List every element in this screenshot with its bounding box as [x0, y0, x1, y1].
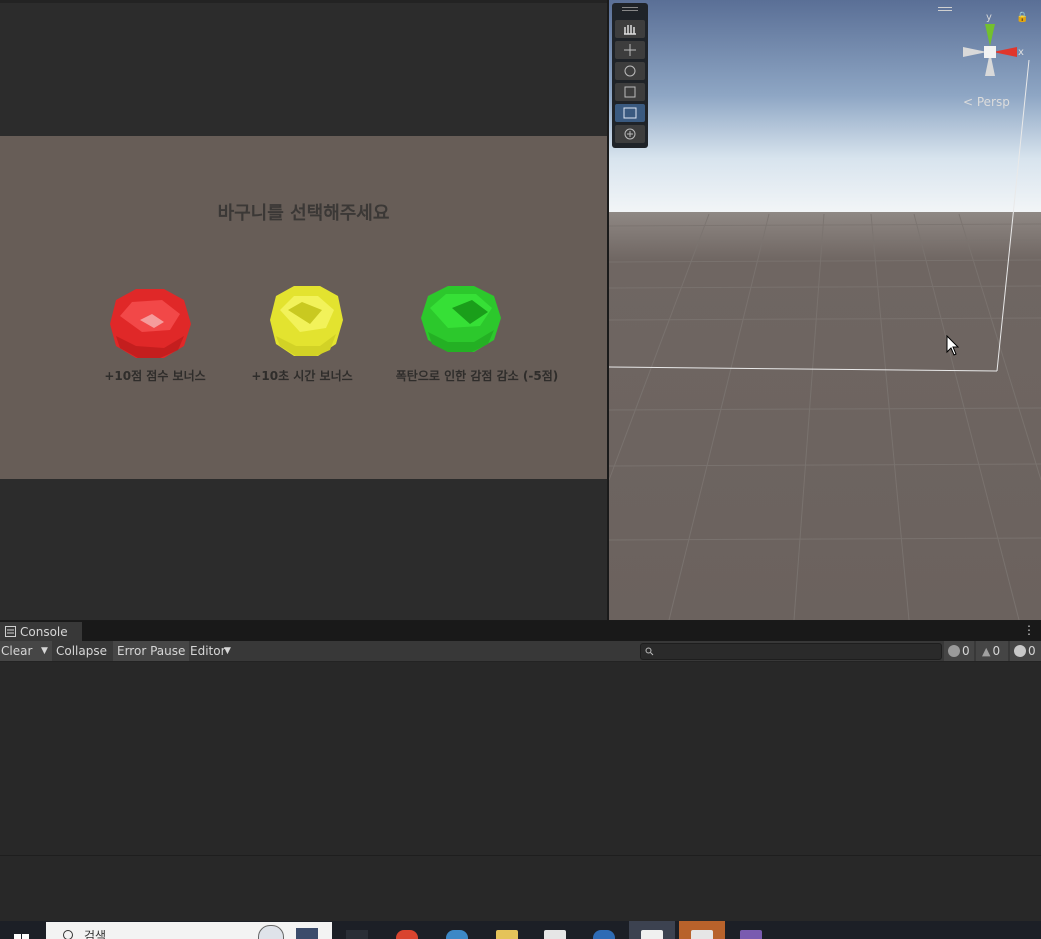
- taskbar-search-text: 검색: [84, 929, 107, 939]
- scene-canvas[interactable]: [609, 0, 1041, 620]
- console-icon: [5, 626, 16, 637]
- error-count-value: 0: [1028, 644, 1036, 658]
- rotate-tool-button[interactable]: [615, 62, 645, 80]
- move-icon: [624, 44, 636, 56]
- taskbar-search-icon: [63, 930, 73, 939]
- scale-icon: [624, 86, 636, 98]
- more-options-icon[interactable]: ⋮: [1023, 623, 1035, 637]
- error-count[interactable]: 0: [1010, 641, 1041, 661]
- warning-count-value: 0: [992, 644, 1001, 658]
- edge-icon[interactable]: [446, 930, 468, 939]
- rotate-icon: [624, 65, 636, 77]
- red-basket[interactable]: [106, 286, 194, 362]
- console-tab-label: Console: [20, 625, 68, 639]
- clear-dropdown-icon[interactable]: ▼: [37, 641, 52, 661]
- rect-tool-button[interactable]: [615, 104, 645, 122]
- console-panel: Console ⋮ Clear ▼ Collapse Error Pause E…: [0, 620, 1041, 856]
- unity-hub-icon[interactable]: [544, 930, 566, 939]
- yellow-basket[interactable]: [266, 284, 346, 360]
- file-explorer-icon[interactable]: [496, 930, 518, 939]
- console-detail-area: [0, 856, 1041, 921]
- game-view-topbar: [0, 0, 607, 3]
- unity-icon: [641, 930, 663, 939]
- clear-button[interactable]: Clear: [0, 641, 37, 661]
- taskbar-search-box[interactable]: 검색: [46, 922, 332, 939]
- unity-app-taskbar-button[interactable]: [679, 921, 725, 939]
- basket-label-yellow: +10초 시간 보너스: [251, 369, 353, 383]
- gizmo-y-axis[interactable]: [985, 24, 995, 46]
- error-icon: [1014, 644, 1026, 657]
- green-basket[interactable]: [418, 284, 504, 356]
- warning-count[interactable]: ▲ 0: [976, 641, 1008, 661]
- github-desktop-icon[interactable]: [593, 930, 615, 939]
- warning-icon: ▲: [982, 645, 991, 658]
- scene-view[interactable]: [609, 0, 1041, 620]
- game-view: 바구니를 선택해주세요 +10점 점수 보너스 +10초 시간 보너스 폭탄으로…: [0, 0, 607, 620]
- soccer-ball-icon: [258, 925, 284, 939]
- info-count[interactable]: 0: [944, 641, 974, 661]
- console-search-input[interactable]: [640, 643, 942, 660]
- unity-editor-taskbar-button[interactable]: [629, 921, 675, 939]
- gizmo-center[interactable]: [984, 46, 996, 58]
- transform-tool-button[interactable]: [615, 125, 645, 143]
- unity-app-icon: [691, 930, 713, 939]
- gizmo-neg-x-axis[interactable]: [963, 47, 987, 57]
- search-highlight-icon: [296, 928, 318, 939]
- console-toolbar: Clear ▼ Collapse Error Pause Editor ▼ 0 …: [0, 641, 1041, 662]
- persp-label[interactable]: < Persp: [963, 95, 1010, 109]
- scale-tool-button[interactable]: [615, 83, 645, 101]
- hand-icon: [624, 25, 636, 35]
- mouse-cursor-icon: [946, 335, 960, 356]
- editor-dropdown-arrow-icon[interactable]: ▼: [224, 641, 236, 661]
- scene-tools: [612, 3, 648, 148]
- gizmo-y-label: y: [986, 12, 992, 23]
- chrome-icon[interactable]: [396, 930, 418, 939]
- rect-transform-icon: [623, 107, 637, 119]
- gizmo-x-label: x: [1018, 47, 1024, 58]
- basket-label-green: 폭탄으로 인한 감점 감소 (-5점): [395, 369, 559, 383]
- hand-tool-button[interactable]: [615, 20, 645, 38]
- editor-dropdown[interactable]: Editor: [190, 641, 226, 661]
- collapse-button[interactable]: Collapse: [56, 641, 108, 661]
- transform-icon: [624, 128, 636, 140]
- game-title: 바구니를 선택해주세요: [217, 203, 390, 224]
- console-tabbar: Console ⋮: [0, 621, 1041, 641]
- basket-label-red: +10점 점수 보너스: [104, 369, 206, 383]
- windows-taskbar: 검색: [0, 921, 1041, 939]
- windows-start-icon[interactable]: [14, 932, 30, 939]
- gizmo-grip[interactable]: [938, 7, 952, 8]
- visual-studio-icon[interactable]: [740, 930, 762, 939]
- tab-console[interactable]: Console: [0, 622, 82, 641]
- search-icon: [645, 647, 654, 656]
- toolbar-grip[interactable]: [622, 7, 638, 8]
- gizmo-x-axis[interactable]: [993, 47, 1017, 57]
- lock-icon[interactable]: 🔒: [1016, 12, 1028, 23]
- info-count-value: 0: [962, 644, 970, 658]
- error-pause-button[interactable]: Error Pause: [113, 641, 189, 661]
- move-tool-button[interactable]: [615, 41, 645, 59]
- task-view-icon[interactable]: [346, 930, 368, 939]
- info-icon: [948, 644, 960, 657]
